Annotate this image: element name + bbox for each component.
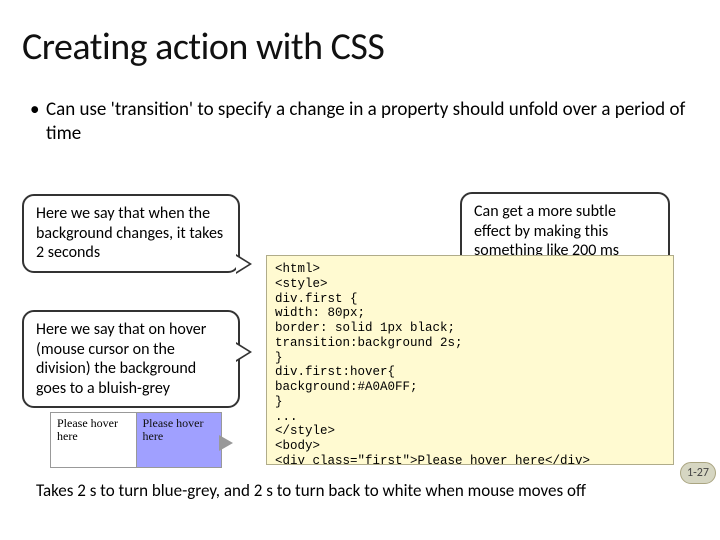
callout-tail-icon xyxy=(236,254,252,274)
caption-text: Takes 2 s to turn blue-grey, and 2 s to … xyxy=(36,480,586,501)
page-number-badge: 1-27 xyxy=(680,462,716,484)
slide-title: Creating action with CSS xyxy=(22,24,384,70)
callout-text: Here we say that on hover (mouse cursor … xyxy=(36,320,206,398)
hover-example-before: Please hover here xyxy=(51,413,136,467)
callout-text: Here we say that when the background cha… xyxy=(36,204,223,262)
code-block: <html> <style> div.first { width: 80px; … xyxy=(266,255,674,465)
bullet-text: Can use 'transition' to specify a change… xyxy=(46,98,690,146)
hover-example-after: Please hover here xyxy=(136,413,222,467)
callout-text: Can get a more subtle effect by making t… xyxy=(474,202,619,260)
callout-hover-bg: Here we say that on hover (mouse cursor … xyxy=(22,310,240,408)
callout-tail-icon xyxy=(219,435,233,451)
code-content: <html> <style> div.first { width: 80px; … xyxy=(267,256,673,465)
callout-transition-2s: Here we say that when the background cha… xyxy=(22,194,240,273)
callout-tail-icon xyxy=(236,342,252,362)
hover-example-preview: Please hover here Please hover here xyxy=(50,412,222,468)
